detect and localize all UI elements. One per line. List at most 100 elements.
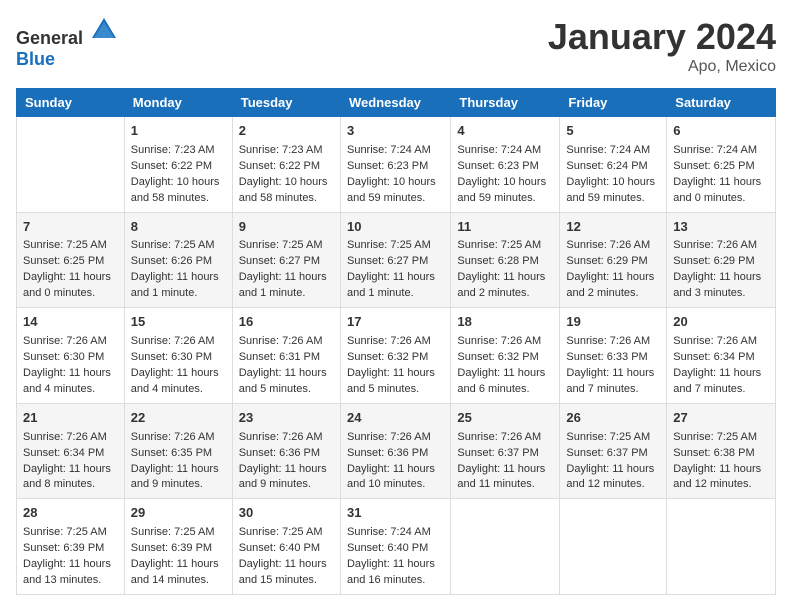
day-info-line: and 1 minute. <box>347 287 414 299</box>
day-info-line: and 9 minutes. <box>239 478 311 490</box>
day-info-line: and 13 minutes. <box>23 574 101 586</box>
day-info-line: Sunrise: 7:24 AM <box>347 144 431 156</box>
weekday-header-tuesday: Tuesday <box>232 89 340 117</box>
calendar-cell <box>17 117 125 213</box>
calendar-cell: 2Sunrise: 7:23 AMSunset: 6:22 PMDaylight… <box>232 117 340 213</box>
day-info-line: Daylight: 10 hours <box>131 176 220 188</box>
logo-icon <box>90 16 118 44</box>
day-info-line: and 11 minutes. <box>457 478 534 490</box>
logo-general: General <box>16 28 83 48</box>
calendar-week-row: 7Sunrise: 7:25 AMSunset: 6:25 PMDaylight… <box>17 212 776 308</box>
day-info-line: Sunrise: 7:26 AM <box>566 239 650 251</box>
day-info-line: Sunset: 6:25 PM <box>23 255 104 267</box>
calendar-cell: 19Sunrise: 7:26 AMSunset: 6:33 PMDayligh… <box>560 308 667 404</box>
day-info-line: and 5 minutes. <box>239 383 311 395</box>
day-number: 26 <box>566 409 660 428</box>
day-info-line: Daylight: 11 hours <box>566 367 654 379</box>
day-info-line: Sunrise: 7:23 AM <box>131 144 215 156</box>
day-number: 22 <box>131 409 226 428</box>
day-number: 30 <box>239 504 334 523</box>
weekday-header-sunday: Sunday <box>17 89 125 117</box>
day-info-line: Daylight: 11 hours <box>239 367 327 379</box>
calendar-cell: 27Sunrise: 7:25 AMSunset: 6:38 PMDayligh… <box>667 403 776 499</box>
day-info-line: Daylight: 11 hours <box>673 176 761 188</box>
day-number: 28 <box>23 504 118 523</box>
calendar-cell: 1Sunrise: 7:23 AMSunset: 6:22 PMDaylight… <box>124 117 232 213</box>
day-info-line: and 6 minutes. <box>457 383 529 395</box>
day-number: 23 <box>239 409 334 428</box>
day-info-line: and 59 minutes. <box>347 192 425 204</box>
calendar-cell: 29Sunrise: 7:25 AMSunset: 6:39 PMDayligh… <box>124 499 232 595</box>
day-number: 15 <box>131 313 226 332</box>
day-number: 6 <box>673 122 769 141</box>
calendar-cell <box>451 499 560 595</box>
day-number: 1 <box>131 122 226 141</box>
day-info-line: and 0 minutes. <box>23 287 95 299</box>
day-number: 21 <box>23 409 118 428</box>
day-info-line: Sunset: 6:30 PM <box>131 351 212 363</box>
day-info-line: and 0 minutes. <box>673 192 745 204</box>
calendar-week-row: 28Sunrise: 7:25 AMSunset: 6:39 PMDayligh… <box>17 499 776 595</box>
day-number: 19 <box>566 313 660 332</box>
calendar-cell: 10Sunrise: 7:25 AMSunset: 6:27 PMDayligh… <box>340 212 450 308</box>
day-info-line: and 2 minutes. <box>457 287 529 299</box>
calendar-week-row: 21Sunrise: 7:26 AMSunset: 6:34 PMDayligh… <box>17 403 776 499</box>
day-number: 3 <box>347 122 444 141</box>
day-info-line: and 9 minutes. <box>131 478 203 490</box>
day-number: 2 <box>239 122 334 141</box>
calendar-cell: 16Sunrise: 7:26 AMSunset: 6:31 PMDayligh… <box>232 308 340 404</box>
day-info-line: and 59 minutes. <box>566 192 644 204</box>
day-info-line: Daylight: 11 hours <box>239 558 327 570</box>
calendar-cell <box>560 499 667 595</box>
day-number: 27 <box>673 409 769 428</box>
calendar-week-row: 1Sunrise: 7:23 AMSunset: 6:22 PMDaylight… <box>17 117 776 213</box>
day-info-line: Daylight: 11 hours <box>131 463 219 475</box>
day-info-line: Daylight: 10 hours <box>347 176 436 188</box>
day-info-line: and 16 minutes. <box>347 574 425 586</box>
day-number: 5 <box>566 122 660 141</box>
day-number: 11 <box>457 218 553 237</box>
calendar-cell: 26Sunrise: 7:25 AMSunset: 6:37 PMDayligh… <box>560 403 667 499</box>
day-info-line: Daylight: 11 hours <box>347 558 435 570</box>
day-info-line: Daylight: 11 hours <box>673 271 761 283</box>
day-info-line: Sunrise: 7:24 AM <box>347 526 431 538</box>
weekday-header-saturday: Saturday <box>667 89 776 117</box>
day-info-line: Sunset: 6:23 PM <box>457 160 538 172</box>
day-info-line: Daylight: 10 hours <box>239 176 328 188</box>
weekday-header-wednesday: Wednesday <box>340 89 450 117</box>
day-info-line: Daylight: 10 hours <box>566 176 655 188</box>
day-number: 18 <box>457 313 553 332</box>
day-info-line: Daylight: 11 hours <box>131 367 219 379</box>
day-info-line: Sunset: 6:26 PM <box>131 255 212 267</box>
day-info-line: Daylight: 11 hours <box>347 271 435 283</box>
day-info-line: and 5 minutes. <box>347 383 419 395</box>
day-info-line: Daylight: 11 hours <box>239 271 327 283</box>
day-info-line: and 8 minutes. <box>23 478 95 490</box>
day-info-line: Sunrise: 7:26 AM <box>673 239 757 251</box>
day-info-line: Daylight: 11 hours <box>347 367 435 379</box>
day-info-line: Daylight: 11 hours <box>131 271 219 283</box>
day-info-line: and 7 minutes. <box>566 383 638 395</box>
calendar-cell: 25Sunrise: 7:26 AMSunset: 6:37 PMDayligh… <box>451 403 560 499</box>
day-info-line: Sunrise: 7:25 AM <box>23 239 107 251</box>
calendar-cell: 9Sunrise: 7:25 AMSunset: 6:27 PMDaylight… <box>232 212 340 308</box>
day-info-line: and 3 minutes. <box>673 287 745 299</box>
weekday-header-thursday: Thursday <box>451 89 560 117</box>
day-info-line: and 58 minutes. <box>131 192 209 204</box>
day-info-line: Sunrise: 7:26 AM <box>131 335 215 347</box>
calendar-cell: 17Sunrise: 7:26 AMSunset: 6:32 PMDayligh… <box>340 308 450 404</box>
day-info-line: Sunrise: 7:25 AM <box>673 431 757 443</box>
weekday-header-monday: Monday <box>124 89 232 117</box>
day-info-line: Sunrise: 7:23 AM <box>239 144 323 156</box>
day-info-line: Daylight: 11 hours <box>23 463 111 475</box>
day-info-line: Daylight: 11 hours <box>23 271 111 283</box>
day-info-line: and 58 minutes. <box>239 192 317 204</box>
day-info-line: and 4 minutes. <box>23 383 95 395</box>
calendar-cell: 12Sunrise: 7:26 AMSunset: 6:29 PMDayligh… <box>560 212 667 308</box>
weekday-header-friday: Friday <box>560 89 667 117</box>
day-info-line: and 15 minutes. <box>239 574 317 586</box>
day-info-line: Sunset: 6:37 PM <box>566 447 647 459</box>
day-number: 13 <box>673 218 769 237</box>
day-info-line: Daylight: 11 hours <box>23 558 111 570</box>
day-info-line: Sunset: 6:39 PM <box>23 542 104 554</box>
